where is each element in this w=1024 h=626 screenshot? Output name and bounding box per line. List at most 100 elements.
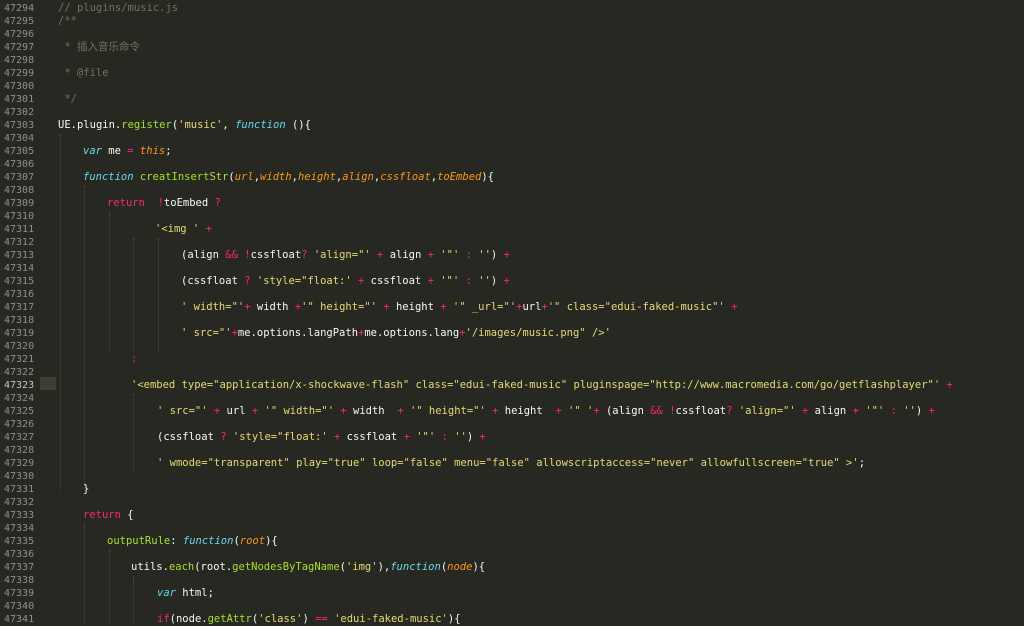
line-number: 47329 [4,458,35,469]
code-token: ; [165,145,172,157]
line-number: 47307 [4,172,35,183]
code-token: function [182,535,234,547]
code-token: '"' [440,275,460,287]
code-token: ) [466,431,480,443]
line-number: 47330 [4,471,35,482]
code-token: height [389,301,441,313]
line-number: 47302 [4,107,35,118]
code-token: ' width="' [181,301,245,313]
code-token: creatInsertStr [139,171,229,183]
code-line: if(node.getAttr('class') == 'edui-faked-… [157,613,461,626]
code-line: UE.plugin.register('music', function (){ [58,119,311,132]
code-token: + [503,275,510,287]
code-token: ; [858,457,866,469]
line-number: 47311 [4,224,35,235]
line-number: 47331 [4,484,35,495]
code-token: width [260,171,292,183]
code-token: width [250,301,295,313]
code-token: ){ [447,613,461,625]
code-token: 'style="float:' [232,431,328,443]
code-token: ' src="' [157,405,208,417]
line-number: 47327 [4,432,35,443]
line-number: 47312 [4,237,35,248]
line-number: 47317 [4,302,35,313]
code-token: '" _url="' [452,301,517,313]
code-token: '' [454,431,467,443]
code-token: (cssfloat [157,431,221,443]
code-token: me.options.langPath [237,327,359,339]
code-token: root [239,535,266,547]
code-token: '"' [865,405,885,417]
code-token: ' src="' [181,327,232,339]
indent-guide [109,212,110,352]
line-number: 47306 [4,159,35,170]
code-token: 'edui-faked-music' [334,613,448,625]
code-token: html; [175,587,214,599]
code-token: if [157,613,170,625]
line-number: 47341 [4,614,35,625]
line-number: 47318 [4,315,35,326]
code-token: getNodesByTagName [232,561,340,573]
code-token: '<embed type="application/x-shockwave-fl… [131,379,941,391]
code-token: + [946,379,953,391]
line-number: 47334 [4,523,35,534]
indent-guide [84,186,85,490]
code-token: ){ [265,535,278,547]
code-token: 'img' [345,561,378,573]
indent-guide [133,394,134,472]
code-line: '<img ' + [155,223,212,236]
code-token: cssfloat [380,171,431,183]
line-number: 47323 [4,380,35,391]
line-number: 47301 [4,94,35,105]
code-token: getAttr [207,613,252,625]
code-line: var html; [157,587,214,600]
code-token: node [447,561,473,573]
code-line: '<embed type="application/x-shockwave-fl… [131,379,953,392]
line-number: 47322 [4,367,35,378]
code-token: + [479,431,486,443]
code-token: ){ [481,171,495,183]
code-token: url [234,171,254,183]
line-number: 47320 [4,341,35,352]
code-token: ' wmode="transparent" play="true" loop="… [157,457,859,469]
code-token: ), [377,561,391,573]
code-token: + [503,249,510,261]
code-token: '" height="' [409,405,486,417]
code-token: * 插入音乐命令 [58,41,140,53]
code-token: '' [478,275,491,287]
code-token: ? [214,197,221,209]
code-token: + [731,301,738,313]
code-token: toEmbed [163,197,215,209]
line-number: 47333 [4,510,35,521]
indent-guide [60,134,61,490]
code-token: } [83,483,90,495]
line-number: 47339 [4,588,35,599]
code-token: '"' [416,431,436,443]
line-number: 47332 [4,497,35,508]
code-editor[interactable]: 47294 47295 47296 47297 47298 47299 47300 47301… [0,0,1024,626]
code-token: 'music' [178,119,223,131]
code-token: ){ [472,561,486,573]
code-line: ' src="' + url + '" width="' + width + '… [157,405,935,418]
code-token: // plugins/music.js [58,2,179,14]
line-number: 47296 [4,29,35,40]
line-number: 47300 [4,81,35,92]
code-token: me.options.lang [364,327,460,339]
code-token: && [225,249,238,261]
code-line: ' width="'+ width +'" height="' + height… [181,301,737,314]
code-token: url [522,301,542,313]
code-line: : [131,353,137,366]
line-number: 47304 [4,133,35,144]
code-token: '"' [440,249,460,261]
line-number: 47338 [4,575,35,586]
line-number: 47337 [4,562,35,573]
code-line: ' src="'+me.options.langPath+me.options.… [181,327,611,340]
code-token: */ [58,93,77,105]
code-token: function [83,171,134,183]
code-token: (align [181,249,226,261]
code-token: me [101,145,128,157]
line-number: 47303 [4,120,35,131]
code-token: return [83,509,121,521]
code-token: '" height="' [301,301,377,313]
